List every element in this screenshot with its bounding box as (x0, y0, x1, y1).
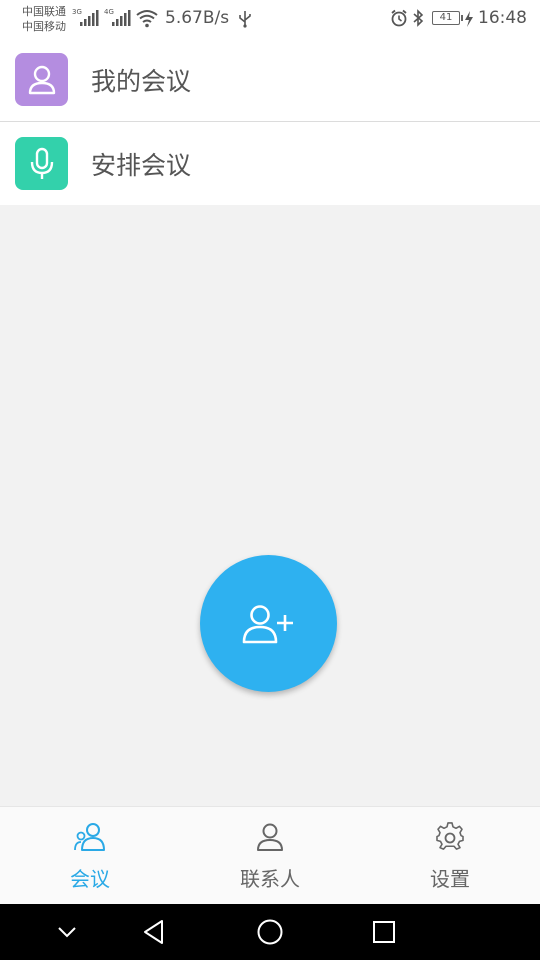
menu-list: 我的会议 安排会议 (0, 38, 540, 205)
recents-square-icon (373, 921, 395, 943)
carrier-names: 中国联通 中国移动 (22, 4, 66, 34)
back-triangle-icon (144, 920, 163, 944)
usb-icon (239, 11, 251, 28)
status-time: 16:48 (478, 8, 527, 28)
back-button[interactable] (142, 904, 166, 960)
wifi-icon (136, 10, 158, 28)
network-speed: 5.67B/s (165, 8, 230, 28)
alarm-icon (391, 9, 407, 27)
menu-item-schedule-meeting[interactable]: 安排会议 (0, 121, 540, 205)
collapse-button[interactable] (56, 904, 78, 960)
carrier-2: 中国移动 (22, 20, 66, 33)
tab-label: 会议 (70, 867, 110, 891)
status-bar: 中国联通 中国移动 3G 4G 5.67B/s 41 16:48 (0, 0, 540, 38)
bluetooth-icon (413, 9, 424, 27)
carrier-1: 中国联通 (22, 5, 66, 18)
home-button[interactable] (256, 904, 284, 960)
person-icon (15, 53, 68, 106)
tab-meetings[interactable]: 会议 (0, 807, 180, 905)
recents-button[interactable] (372, 904, 396, 960)
chevron-down-icon (58, 927, 76, 938)
contact-person-icon (257, 823, 283, 851)
tab-label: 联系人 (240, 867, 300, 891)
home-circle-icon (257, 919, 283, 945)
battery-level: 41 (439, 12, 453, 23)
bottom-tab-bar: 会议 联系人 设置 (0, 806, 540, 904)
menu-item-label: 我的会议 (91, 66, 192, 96)
charging-icon (465, 11, 473, 27)
meeting-people-icon (74, 823, 105, 851)
add-contact-button[interactable] (200, 555, 337, 692)
battery-icon: 41 (432, 11, 463, 25)
microphone-icon (15, 137, 68, 190)
tab-settings[interactable]: 设置 (360, 807, 540, 905)
menu-item-my-meetings[interactable]: 我的会议 (0, 38, 540, 121)
tab-label: 设置 (430, 867, 470, 891)
tab-contacts[interactable]: 联系人 (180, 807, 360, 905)
gear-icon (436, 822, 464, 850)
add-contact-icon (242, 604, 293, 643)
menu-item-label: 安排会议 (91, 150, 192, 180)
navigation-bar (0, 904, 540, 960)
